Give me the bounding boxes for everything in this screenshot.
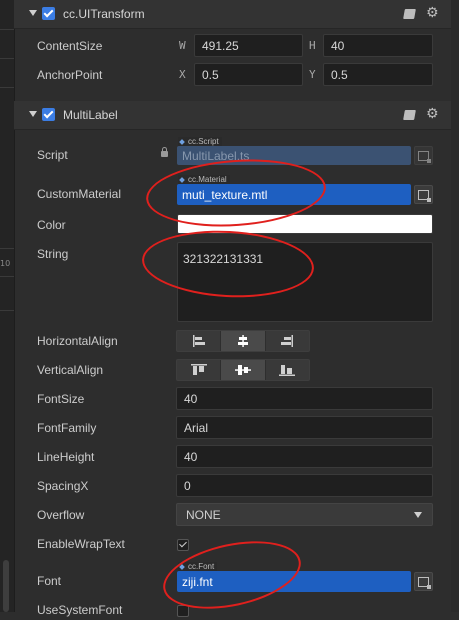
font-picker-button[interactable] <box>414 572 433 591</box>
anchor-x-axis-label: X <box>179 68 186 81</box>
line-height-input[interactable]: 40 <box>176 445 433 468</box>
dropdown-arrow-icon <box>414 512 422 518</box>
book-icon[interactable] <box>403 110 416 120</box>
overflow-value: NONE <box>186 507 221 522</box>
left-panel-divider <box>0 310 14 311</box>
asset-picker-icon <box>418 576 431 589</box>
horizontal-align-group <box>176 330 310 352</box>
collapse-caret-icon[interactable] <box>29 111 37 117</box>
font-size-input[interactable]: 40 <box>176 387 433 410</box>
left-panel-divider <box>0 29 14 30</box>
font-family-label: FontFamily <box>37 421 97 435</box>
horizontal-align-label: HorizontalAlign <box>37 334 118 348</box>
overflow-label: Overflow <box>37 508 85 522</box>
left-panel-divider <box>0 276 14 277</box>
align-right-icon <box>281 335 294 347</box>
font-label: Font <box>37 574 62 588</box>
material-picker-button[interactable] <box>414 185 433 204</box>
book-icon[interactable] <box>403 9 416 19</box>
content-size-label: ContentSize <box>37 39 103 53</box>
height-axis-label: H <box>309 39 316 52</box>
color-label: Color <box>37 218 66 232</box>
anchor-point-label: AnchorPoint <box>37 68 103 82</box>
valign-bottom-button[interactable] <box>266 360 309 380</box>
lock-icon <box>161 147 168 157</box>
left-panel-divider <box>0 58 14 59</box>
align-center-icon <box>237 335 248 347</box>
custom-material-label: CustomMaterial <box>37 187 122 201</box>
font-size-label: FontSize <box>37 392 85 406</box>
collapse-caret-icon[interactable] <box>29 10 37 16</box>
left-panel-divider <box>0 248 14 249</box>
anchor-x-input[interactable]: 0.5 <box>194 63 303 86</box>
string-label: String <box>37 247 69 261</box>
multilabel-header[interactable]: MultiLabel ⚙ <box>14 101 459 130</box>
use-system-font-label: UseSystemFont <box>37 603 123 617</box>
anchor-y-axis-label: Y <box>309 68 316 81</box>
script-picker-button <box>414 146 433 165</box>
uitransform-header[interactable]: cc.UITransform ⚙ <box>14 0 459 29</box>
align-right-button[interactable] <box>266 331 309 351</box>
align-center-button[interactable] <box>221 331 266 351</box>
multilabel-enabled-checkbox[interactable] <box>42 108 55 121</box>
asset-picker-icon <box>418 150 431 163</box>
width-axis-label: W <box>179 39 186 52</box>
valign-top-button[interactable] <box>177 360 222 380</box>
vertical-align-group <box>176 359 310 381</box>
line-height-label: LineHeight <box>37 450 95 464</box>
left-panel-scrollbar[interactable] <box>3 560 9 612</box>
script-type-tag: cc.Script <box>178 137 222 146</box>
asset-picker-icon <box>418 189 431 202</box>
gear-icon[interactable]: ⚙ <box>426 6 439 20</box>
gear-icon[interactable]: ⚙ <box>426 107 439 121</box>
left-panel-number: 10 <box>0 259 11 268</box>
enable-wrap-text-label: EnableWrapText <box>37 537 125 551</box>
overflow-select[interactable]: NONE <box>176 503 433 526</box>
left-panel-divider <box>0 87 14 88</box>
script-type-text: cc.Script <box>188 137 219 146</box>
content-height-input[interactable]: 40 <box>323 34 433 57</box>
content-width-input[interactable]: 491.25 <box>194 34 303 57</box>
align-left-icon <box>192 335 205 347</box>
uitransform-enabled-checkbox[interactable] <box>42 7 55 20</box>
enable-wrap-text-checkbox[interactable] <box>177 539 189 551</box>
script-label: Script <box>37 148 68 162</box>
valign-center-icon <box>234 365 251 375</box>
valign-bottom-icon <box>279 365 296 376</box>
spacing-x-label: SpacingX <box>37 479 89 493</box>
valign-top-icon <box>190 364 207 375</box>
align-left-button[interactable] <box>177 331 222 351</box>
left-panel-edge: 10 <box>0 0 15 612</box>
font-family-input[interactable]: Arial <box>176 416 433 439</box>
anchor-y-input[interactable]: 0.5 <box>323 63 433 86</box>
inspector-scrollbar[interactable] <box>451 0 459 612</box>
vertical-align-label: VerticalAlign <box>37 363 104 377</box>
multilabel-title: MultiLabel <box>63 108 118 122</box>
spacing-x-input[interactable]: 0 <box>176 474 433 497</box>
valign-center-button[interactable] <box>221 360 266 380</box>
uitransform-title: cc.UITransform <box>63 7 145 21</box>
